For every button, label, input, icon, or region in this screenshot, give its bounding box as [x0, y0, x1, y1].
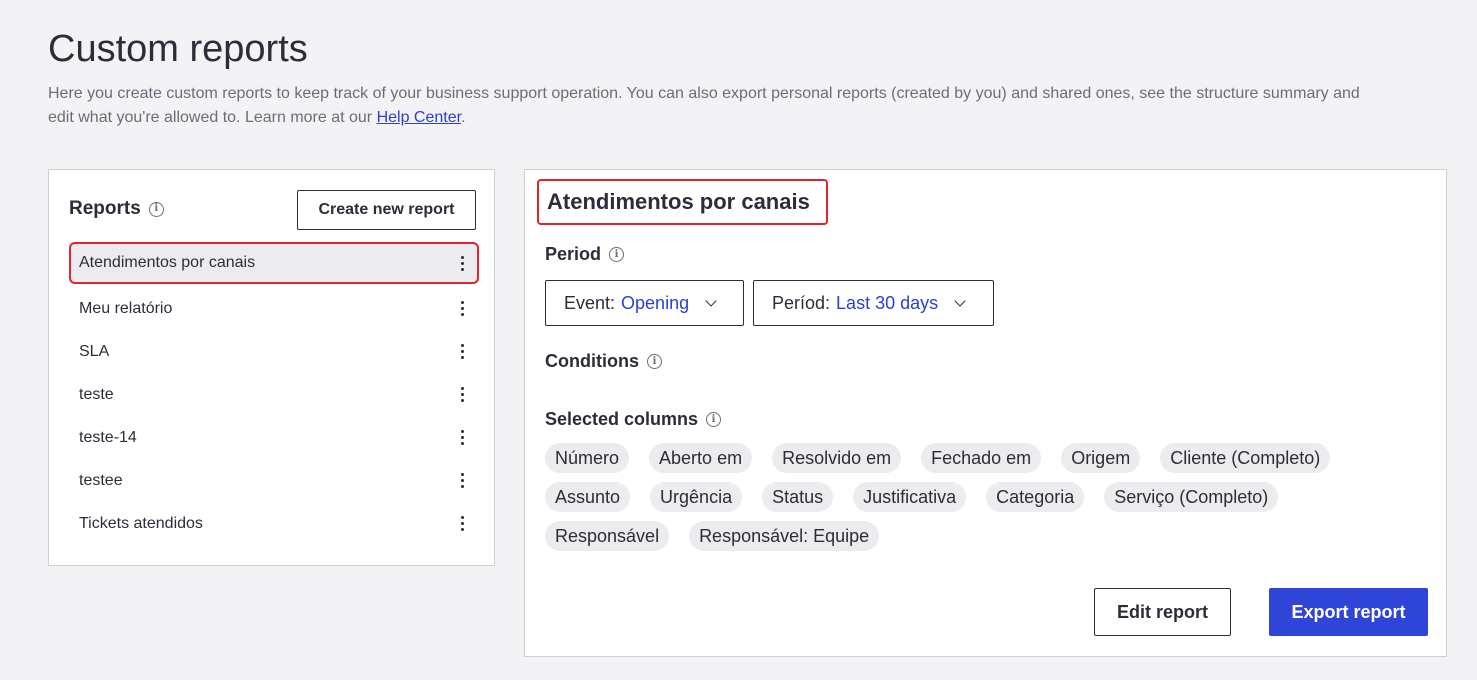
column-chip: Status — [762, 482, 834, 512]
report-item-teste-14[interactable]: teste-14 — [71, 416, 477, 459]
column-chip: Cliente (Completo) — [1160, 443, 1331, 473]
create-new-report-button[interactable]: Create new report — [297, 190, 476, 230]
period-value: Last 30 days — [836, 292, 939, 313]
report-item-teste[interactable]: teste — [71, 373, 477, 416]
event-dropdown[interactable]: Event: Opening — [545, 280, 744, 326]
period-label-text: Period — [545, 244, 602, 264]
column-chip: Número — [545, 443, 630, 473]
period-prefix: Períod: — [772, 292, 831, 313]
conditions-label-text: Conditions — [545, 351, 639, 371]
kebab-menu-icon[interactable] — [457, 255, 467, 271]
info-icon[interactable]: i — [646, 354, 662, 369]
reports-heading-label: Reports — [69, 198, 141, 219]
column-chip: Resolvido em — [772, 443, 902, 473]
chevron-down-icon — [954, 295, 966, 307]
column-chip: Fechado em — [921, 443, 1042, 473]
report-item-label: teste — [79, 385, 114, 403]
period-label: Period i — [545, 244, 625, 265]
report-detail-panel: Atendimentos por canais Period i Event: … — [524, 169, 1447, 657]
kebab-menu-icon[interactable] — [457, 301, 467, 316]
kebab-menu-icon[interactable] — [457, 344, 467, 359]
kebab-menu-icon[interactable] — [457, 430, 467, 445]
report-list: Atendimentos por canais Meu relatório SL… — [71, 244, 477, 545]
report-item-atendimentos-por-canais[interactable]: Atendimentos por canais — [71, 244, 477, 282]
report-title: Atendimentos por canais — [537, 179, 828, 225]
report-item-label: teste-14 — [79, 428, 137, 446]
selected-columns-list: Número Aberto em Resolvido em Fechado em… — [545, 443, 1405, 551]
column-chip: Assunto — [545, 482, 631, 512]
column-chip: Origem — [1061, 443, 1141, 473]
event-value: Opening — [621, 292, 690, 313]
column-chip: Urgência — [650, 482, 743, 512]
reports-heading: Reports i — [69, 198, 164, 220]
report-item-label: SLA — [79, 342, 110, 360]
report-item-sla[interactable]: SLA — [71, 330, 477, 373]
description-end: . — [461, 109, 466, 126]
info-icon[interactable]: i — [609, 247, 625, 262]
conditions-label: Conditions i — [545, 351, 662, 372]
page-title: Custom reports — [48, 28, 308, 70]
report-item-label: testee — [79, 471, 123, 489]
edit-report-button[interactable]: Edit report — [1094, 588, 1231, 636]
report-item-testee[interactable]: testee — [71, 459, 477, 502]
column-chip: Aberto em — [649, 443, 753, 473]
reports-panel: Reports i Create new report Atendimentos… — [48, 169, 495, 566]
kebab-menu-icon[interactable] — [457, 516, 467, 531]
kebab-menu-icon[interactable] — [457, 473, 467, 488]
page-description: Here you create custom reports to keep t… — [48, 82, 1368, 130]
kebab-menu-icon[interactable] — [457, 387, 467, 402]
chevron-down-icon — [705, 295, 717, 307]
report-item-tickets-atendidos[interactable]: Tickets atendidos — [71, 502, 477, 545]
selected-columns-label-text: Selected columns — [545, 409, 699, 429]
info-icon[interactable]: i — [148, 201, 164, 217]
info-icon[interactable]: i — [706, 412, 722, 427]
report-item-label: Tickets atendidos — [79, 514, 203, 532]
column-chip: Responsável — [545, 521, 670, 551]
report-item-meu-relatorio[interactable]: Meu relatório — [71, 287, 477, 330]
column-chip: Categoria — [986, 482, 1085, 512]
selected-columns-label: Selected columns i — [545, 409, 722, 430]
report-item-label: Meu relatório — [79, 299, 173, 317]
help-center-link[interactable]: Help Center — [377, 109, 462, 126]
column-chip: Responsável: Equipe — [689, 521, 880, 551]
export-report-button[interactable]: Export report — [1269, 588, 1428, 636]
column-chip: Justificativa — [853, 482, 967, 512]
report-item-label: Atendimentos por canais — [79, 254, 256, 271]
column-chip: Serviço (Completo) — [1104, 482, 1279, 512]
description-text: Here you create custom reports to keep t… — [48, 85, 1360, 126]
period-dropdown[interactable]: Períod: Last 30 days — [753, 280, 994, 326]
event-prefix: Event: — [564, 292, 616, 313]
